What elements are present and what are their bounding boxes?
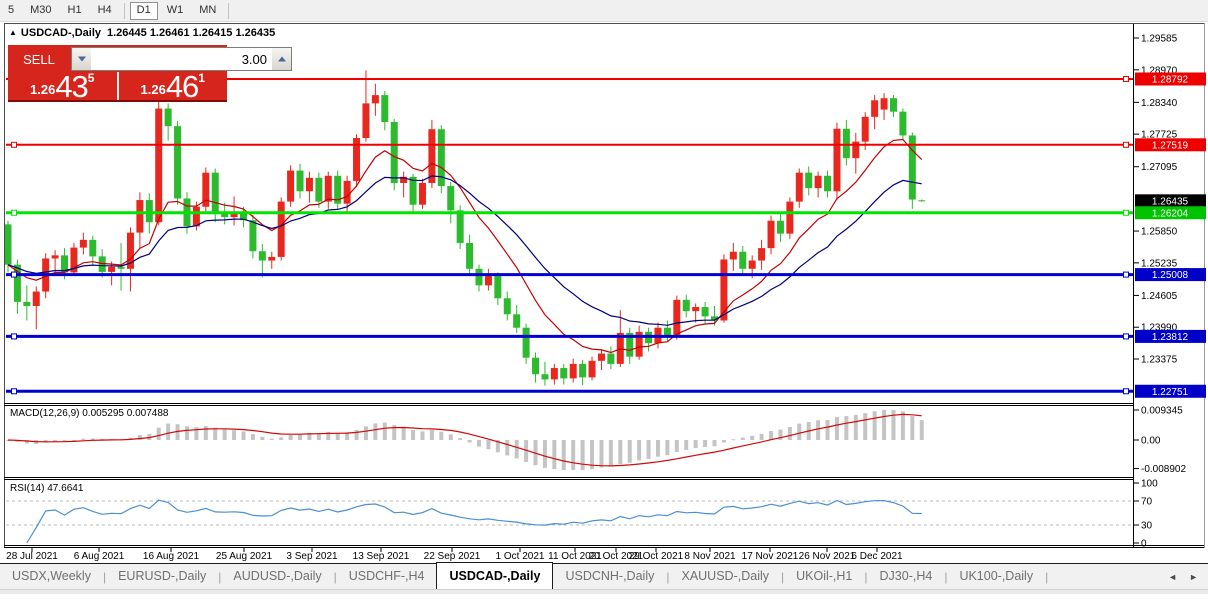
timeframe-button-m30[interactable]: M30 <box>23 2 58 20</box>
volume-increase-button[interactable] <box>272 48 291 70</box>
svg-text:1.25008: 1.25008 <box>1152 270 1189 281</box>
svg-text:-0.008902: -0.008902 <box>1141 464 1186 475</box>
svg-text:100: 100 <box>1141 479 1158 490</box>
tab-scroll-arrows: ◄ ► <box>1168 572 1198 582</box>
tab-dj30-h4[interactable]: DJ30-,H4 <box>868 564 945 589</box>
tab-xauusd-daily[interactable]: XAUUSD-,Daily <box>669 564 781 589</box>
timeframe-button-h4[interactable]: H4 <box>91 2 119 20</box>
svg-text:1.27519: 1.27519 <box>1152 140 1189 151</box>
tab-scroll-left-icon[interactable]: ◄ <box>1168 572 1177 582</box>
svg-text:1.23812: 1.23812 <box>1152 332 1189 343</box>
tab-uk100-daily[interactable]: UK100-,Daily <box>947 564 1045 589</box>
svg-text:0.00: 0.00 <box>1141 436 1161 447</box>
trade-panel: SELL BUY 1.26435 1.26461 <box>8 45 337 104</box>
svg-text:17 Nov 2021: 17 Nov 2021 <box>742 551 799 562</box>
chart-tabbar: USDX,Weekly | EURUSD-,Daily | AUDUSD-,Daily |… <box>0 562 1208 589</box>
svg-text:1.26204: 1.26204 <box>1152 208 1189 219</box>
svg-text:1.23375: 1.23375 <box>1141 354 1178 365</box>
window-bottom-strip <box>0 589 1208 594</box>
svg-text:1.25235: 1.25235 <box>1141 258 1178 269</box>
buy-button[interactable]: BUY <box>293 45 355 72</box>
svg-text:RSI(14) 47.6641: RSI(14) 47.6641 <box>10 483 84 494</box>
timeframe-button-5[interactable]: 5 <box>1 2 21 20</box>
svg-text:22 Sep 2021: 22 Sep 2021 <box>424 551 481 562</box>
buy-price[interactable]: 1.26 46 1 <box>119 69 228 104</box>
sell-price-point: 5 <box>87 71 95 85</box>
svg-text:29 Oct 2021: 29 Oct 2021 <box>629 551 684 562</box>
tab-separator: | <box>1045 569 1049 584</box>
svg-text:28 Jul 2021: 28 Jul 2021 <box>6 551 58 562</box>
sell-price[interactable]: 1.26 43 5 <box>8 69 119 104</box>
volume-decrease-button[interactable] <box>72 48 91 70</box>
svg-text:1.22751: 1.22751 <box>1152 387 1189 398</box>
buy-price-pips: 46 <box>165 69 199 104</box>
chart-title: ▲ USDCAD-,Daily 1.26445 1.26461 1.26415 1.… <box>9 27 275 39</box>
svg-text:1.28340: 1.28340 <box>1141 98 1178 109</box>
svg-text:1 Oct 2021: 1 Oct 2021 <box>496 551 545 562</box>
svg-text:1.29585: 1.29585 <box>1141 34 1178 45</box>
svg-text:3 Sep 2021: 3 Sep 2021 <box>286 551 338 562</box>
volume-input[interactable] <box>91 48 272 70</box>
svg-text:0.009345: 0.009345 <box>1141 406 1183 417</box>
sell-price-pips: 43 <box>55 69 88 104</box>
svg-text:MACD(12,26,9) 0.005295 0.00748: MACD(12,26,9) 0.005295 0.007488 <box>10 408 169 419</box>
timeframe-button-h1[interactable]: H1 <box>61 2 89 20</box>
collapse-triangle-icon[interactable]: ▲ <box>9 28 17 37</box>
svg-text:6 Aug 2021: 6 Aug 2021 <box>74 551 125 562</box>
svg-text:30: 30 <box>1141 521 1153 532</box>
tab-usdchf-h4[interactable]: USDCHF-,H4 <box>337 564 437 589</box>
svg-text:1.26435: 1.26435 <box>1152 196 1189 207</box>
tab-usdcad-daily[interactable]: USDCAD-,Daily <box>436 562 554 589</box>
svg-text:1.28792: 1.28792 <box>1152 74 1189 85</box>
svg-text:70: 70 <box>1141 497 1153 508</box>
toolbar-separator <box>123 2 125 19</box>
svg-text:25 Aug 2021: 25 Aug 2021 <box>216 551 273 562</box>
svg-text:0: 0 <box>1141 539 1147 550</box>
svg-text:8 Nov 2021: 8 Nov 2021 <box>684 551 736 562</box>
buy-price-prefix: 1.26 <box>140 82 166 97</box>
volume-spinner <box>71 47 292 71</box>
buy-price-point: 1 <box>198 71 205 85</box>
tab-usdcnh-daily[interactable]: USDCNH-,Daily <box>553 564 666 589</box>
symbol-label: USDCAD-,Daily <box>20 27 101 39</box>
triangle-up-icon <box>277 56 286 62</box>
tab-scroll-right-icon[interactable]: ► <box>1189 572 1198 582</box>
timeframe-button-mn[interactable]: MN <box>192 2 223 20</box>
toolbar-separator <box>228 2 230 19</box>
sell-price-prefix: 1.26 <box>30 82 56 97</box>
ohlc-values: 1.26445 1.26461 1.26415 1.26435 <box>107 27 276 39</box>
tab-eurusd-daily[interactable]: EURUSD-,Daily <box>106 564 218 589</box>
tab-audusd-daily[interactable]: AUDUSD-,Daily <box>221 564 333 589</box>
svg-text:1.24605: 1.24605 <box>1141 291 1178 302</box>
svg-text:26 Nov 2021: 26 Nov 2021 <box>799 551 856 562</box>
timeframe-button-d1[interactable]: D1 <box>129 1 158 20</box>
tab-ukoil-h1[interactable]: UKOil-,H1 <box>784 564 864 589</box>
sell-button[interactable]: SELL <box>8 45 70 72</box>
timeframe-toolbar: 5 M30 H1 H4 D1 W1 MN <box>0 0 1208 22</box>
tab-usdx-weekly[interactable]: USDX,Weekly <box>0 564 103 589</box>
svg-text:1.27095: 1.27095 <box>1141 162 1178 173</box>
svg-text:16 Aug 2021: 16 Aug 2021 <box>143 551 200 562</box>
svg-text:6 Dec 2021: 6 Dec 2021 <box>851 551 903 562</box>
svg-text:13 Sep 2021: 13 Sep 2021 <box>353 551 410 562</box>
triangle-down-icon <box>77 56 86 62</box>
timeframe-button-w1[interactable]: W1 <box>160 2 191 20</box>
svg-text:1.25850: 1.25850 <box>1141 227 1178 238</box>
